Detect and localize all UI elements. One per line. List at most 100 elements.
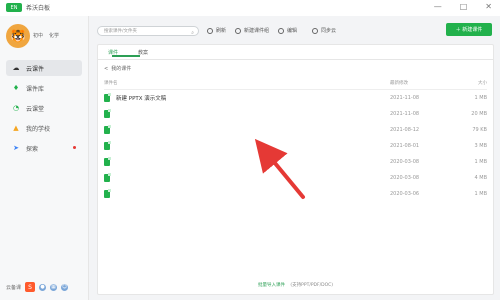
row-date: 2021-11-08 — [390, 111, 420, 117]
row-name-cell — [104, 157, 390, 166]
footer-note: (支持PPT/PDF/DOC) — [290, 283, 334, 288]
row-date: 2021-08-01 — [390, 143, 420, 149]
app-brand: EN 希沃白板 — [6, 3, 50, 12]
content-card: 课件 教案 < 我的课件 课件名 最新修改 大小 新建 PPTX 演示文稿 20… — [97, 44, 494, 295]
row-name: 新建 PPTX 演示文稿 — [116, 96, 167, 102]
sidebar-item-label: 云课堂 — [26, 105, 45, 113]
main-area: 搜索课件/文件夹 ⌕ 刷新 新建课件组 编辑 同步云 ＋ 新建课件 课件 教案 … — [89, 16, 500, 300]
bottom-tools-label: 云备课 — [6, 284, 22, 291]
maximize-button[interactable]: □ — [460, 2, 468, 11]
row-date: 2020-03-06 — [390, 191, 420, 197]
sidebar-item-cloud-class[interactable]: ◔ 云课堂 — [6, 100, 82, 116]
tab-lesson-plan-label: 教案 — [138, 50, 149, 56]
edit-icon — [278, 27, 284, 34]
refresh-label: 刷新 — [216, 28, 227, 34]
sidebar-item-school[interactable]: ▲ 我的学校 — [6, 120, 82, 136]
header-date: 最新修改 — [390, 81, 408, 86]
batch-import-link[interactable]: 批量导入课件 — [258, 283, 285, 288]
title-bar: EN 希沃白板 — □ ✕ — [0, 0, 500, 17]
search-placeholder: 搜索课件/文件夹 — [104, 29, 138, 34]
sync-label: 同步云 — [321, 28, 337, 34]
keyboard-icon[interactable]: ▦ — [50, 283, 58, 291]
edit-button[interactable]: 编辑 — [278, 27, 297, 34]
row-name-cell — [104, 189, 390, 198]
app-title: 希沃白板 — [26, 5, 51, 12]
row-size: 1 MB — [474, 191, 487, 197]
sidebar-item-label: 我的学校 — [26, 125, 51, 133]
tab-lesson-plan[interactable]: 教案 — [138, 49, 148, 56]
avatar[interactable]: 🐯 — [6, 24, 30, 48]
row-name-cell — [104, 125, 390, 134]
sidebar: 🐯 初中 化学 ☁ 云课件 ♦ 课件库 ◔ 云课堂 ▲ 我的学校 ➤ 探索 云备… — [0, 16, 89, 300]
sidebar-item-label: 云课件 — [26, 65, 45, 73]
row-date: 2020-03-08 — [390, 175, 420, 181]
clock-icon: ◔ — [12, 104, 20, 112]
mic-icon[interactable]: ● — [39, 283, 47, 291]
profile-org: 初中 — [33, 33, 44, 39]
new-folder-button[interactable]: 新建课件组 — [235, 27, 269, 34]
row-size: 4 MB — [474, 175, 487, 181]
window-controls: — □ ✕ — [434, 2, 492, 11]
document-icon — [104, 189, 111, 198]
profile-meta: 初中 化学 — [33, 32, 59, 39]
table-row[interactable]: 新建 PPTX 演示文稿 2021-11-08 1 MB — [104, 90, 487, 106]
row-name-cell — [104, 109, 390, 118]
row-name-cell — [104, 141, 390, 150]
document-icon — [104, 141, 111, 150]
row-date: 2021-11-08 — [390, 95, 420, 101]
table-row[interactable]: 2021-11-08 20 MB — [104, 106, 487, 122]
tab-active-underline — [112, 55, 140, 57]
app-logo-icon: EN — [6, 3, 22, 12]
table-header: 课件名 最新修改 大小 — [104, 77, 487, 90]
sidebar-item-cloud-courseware[interactable]: ☁ 云课件 — [6, 60, 82, 76]
close-button[interactable]: ✕ — [485, 2, 492, 11]
document-icon — [104, 157, 111, 166]
tab-courseware[interactable]: 课件 — [108, 49, 140, 57]
sidebar-item-label: 探索 — [26, 145, 39, 153]
header-size: 大小 — [478, 81, 487, 86]
minimize-button[interactable]: — — [434, 2, 442, 11]
cloud-sync-icon — [312, 27, 318, 34]
row-size: 79 KB — [472, 127, 487, 133]
document-icon — [104, 173, 111, 182]
breadcrumb: < 我的课件 — [104, 65, 132, 73]
row-date: 2020-03-08 — [390, 159, 420, 165]
send-icon: ➤ — [13, 144, 19, 152]
edit-label: 编辑 — [287, 28, 298, 34]
cloud-icon: ☁ — [12, 64, 20, 72]
row-size: 1 MB — [474, 159, 487, 165]
refresh-button[interactable]: 刷新 — [207, 27, 226, 34]
breadcrumb-current: 我的课件 — [111, 66, 132, 72]
sync-button[interactable]: 同步云 — [312, 27, 336, 34]
search-input[interactable]: 搜索课件/文件夹 ⌕ — [97, 26, 199, 36]
school-icon: ▲ — [13, 124, 19, 132]
sidebar-nav: ☁ 云课件 ♦ 课件库 ◔ 云课堂 ▲ 我的学校 ➤ 探索 — [6, 60, 82, 160]
sogou-icon[interactable]: S — [25, 282, 36, 292]
document-icon — [104, 125, 111, 134]
row-size: 20 MB — [471, 111, 487, 117]
sidebar-item-explore[interactable]: ➤ 探索 — [6, 140, 82, 156]
search-icon[interactable]: ⌕ — [191, 28, 194, 38]
profile-class: 化学 — [49, 33, 60, 39]
header-name: 课件名 — [104, 81, 118, 86]
sidebar-item-library[interactable]: ♦ 课件库 — [6, 80, 82, 96]
sidebar-item-label: 课件库 — [26, 85, 45, 93]
new-folder-label: 新建课件组 — [244, 28, 270, 34]
row-size: 3 MB — [474, 143, 487, 149]
diamond-icon: ♦ — [12, 84, 20, 92]
folder-icon — [235, 27, 241, 34]
refresh-icon — [207, 27, 213, 34]
document-icon — [104, 93, 111, 102]
row-name-cell — [104, 173, 390, 182]
document-icon — [104, 109, 111, 118]
back-button[interactable]: < — [104, 66, 108, 72]
row-size: 1 MB — [474, 95, 487, 101]
row-date: 2021-08-12 — [390, 127, 420, 133]
new-courseware-button[interactable]: ＋ 新建课件 — [446, 23, 492, 36]
notification-dot — [73, 146, 76, 149]
row-name-cell: 新建 PPTX 演示文稿 — [104, 93, 390, 102]
tabs: 课件 教案 — [98, 45, 493, 60]
footer: 批量导入课件 (支持PPT/PDF/DOC) — [98, 282, 493, 288]
emoji-icon[interactable]: ☺ — [61, 283, 69, 291]
toolbar: 搜索课件/文件夹 ⌕ 刷新 新建课件组 编辑 同步云 ＋ 新建课件 — [89, 16, 500, 46]
